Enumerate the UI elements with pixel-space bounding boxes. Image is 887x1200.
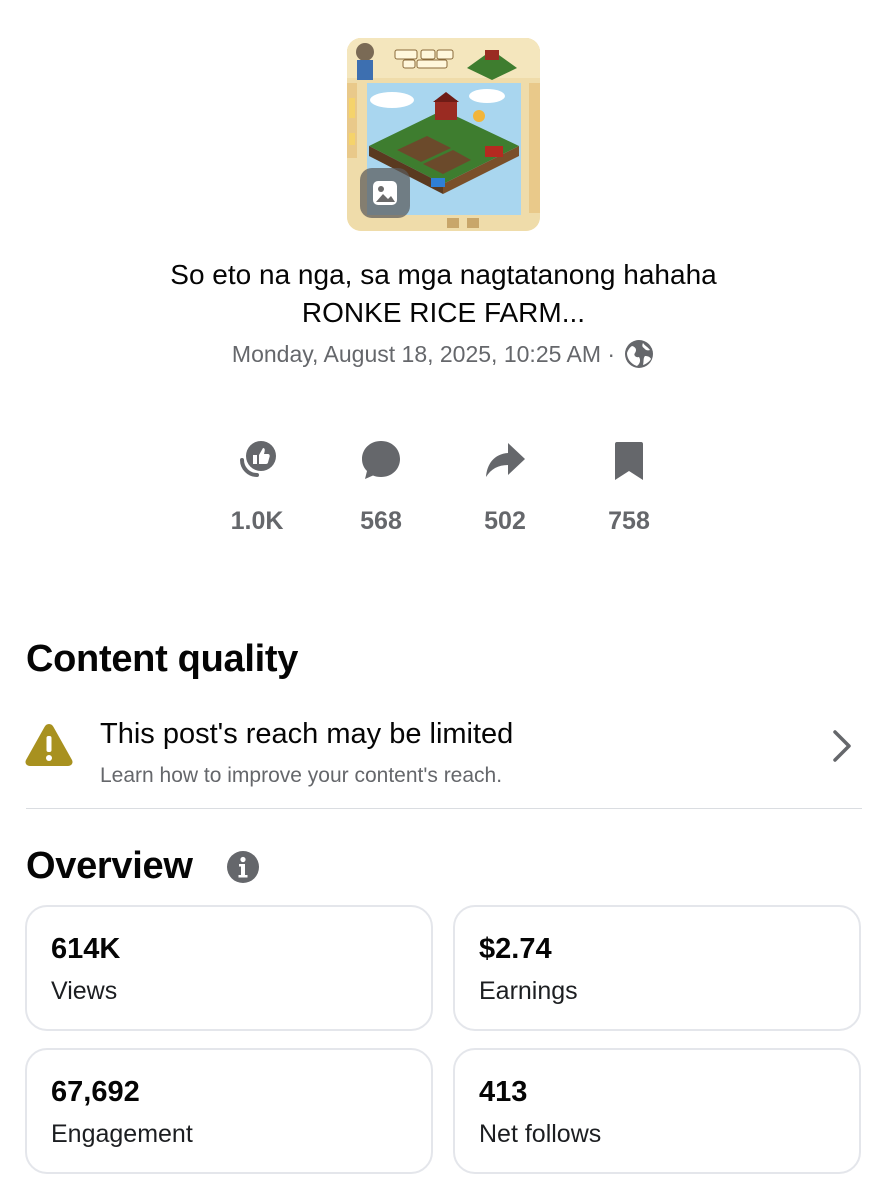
shares-count: 502: [484, 507, 526, 535]
post-title-line-1: So eto na nga, sa mga nagtatanong hahaha: [170, 259, 717, 290]
reach-limited-title: This post's reach may be limited: [100, 718, 514, 750]
earnings-card[interactable]: $2.74 Earnings: [453, 905, 861, 1031]
net-follows-card[interactable]: 413 Net follows: [453, 1048, 861, 1174]
share-icon: [486, 443, 525, 477]
post-meta: Monday, August 18, 2025, 10:25 AM ·: [0, 338, 887, 370]
image-icon: [373, 181, 397, 205]
saves-stat[interactable]: 758: [569, 435, 689, 536]
views-card[interactable]: 614K Views: [25, 905, 433, 1031]
saves-count: 758: [608, 507, 650, 535]
earnings-value: $2.74: [479, 933, 552, 965]
post-title: So eto na nga, sa mga nagtatanong hahaha…: [60, 256, 827, 332]
save-icon: [615, 442, 643, 480]
photo-badge: [360, 168, 410, 218]
net-follows-value: 413: [479, 1076, 528, 1108]
views-label: Views: [51, 977, 118, 1005]
section-divider: [26, 808, 862, 809]
chevron-right-icon[interactable]: [830, 728, 854, 764]
reactions-stat[interactable]: 1.0K: [197, 435, 317, 536]
engagement-label: Engagement: [51, 1120, 193, 1148]
warning-icon: [25, 724, 73, 766]
like-icon: [240, 441, 276, 477]
globe-icon: [625, 340, 654, 368]
comments-stat[interactable]: 568: [321, 435, 441, 536]
views-value: 614K: [51, 933, 121, 965]
comment-icon: [362, 441, 400, 479]
comments-count: 568: [360, 507, 402, 535]
info-icon[interactable]: [226, 850, 260, 884]
engagement-card[interactable]: 67,692 Engagement: [25, 1048, 433, 1174]
content-quality-heading: Content quality: [26, 638, 299, 680]
reach-limited-subtitle: Learn how to improve your content's reac…: [100, 764, 503, 787]
net-follows-label: Net follows: [479, 1120, 602, 1148]
earnings-label: Earnings: [479, 977, 578, 1005]
post-date: Monday, August 18, 2025, 10:25 AM ·: [231, 340, 616, 367]
reactions-count: 1.0K: [230, 507, 284, 535]
post-title-line-2: RONKE RICE FARM...: [301, 297, 586, 328]
post-thumbnail[interactable]: [347, 38, 540, 231]
reach-limited-row[interactable]: This post's reach may be limited Learn h…: [24, 712, 862, 796]
overview-heading: Overview: [26, 845, 193, 887]
shares-stat[interactable]: 502: [445, 435, 565, 536]
engagement-value: 67,692: [51, 1076, 140, 1108]
